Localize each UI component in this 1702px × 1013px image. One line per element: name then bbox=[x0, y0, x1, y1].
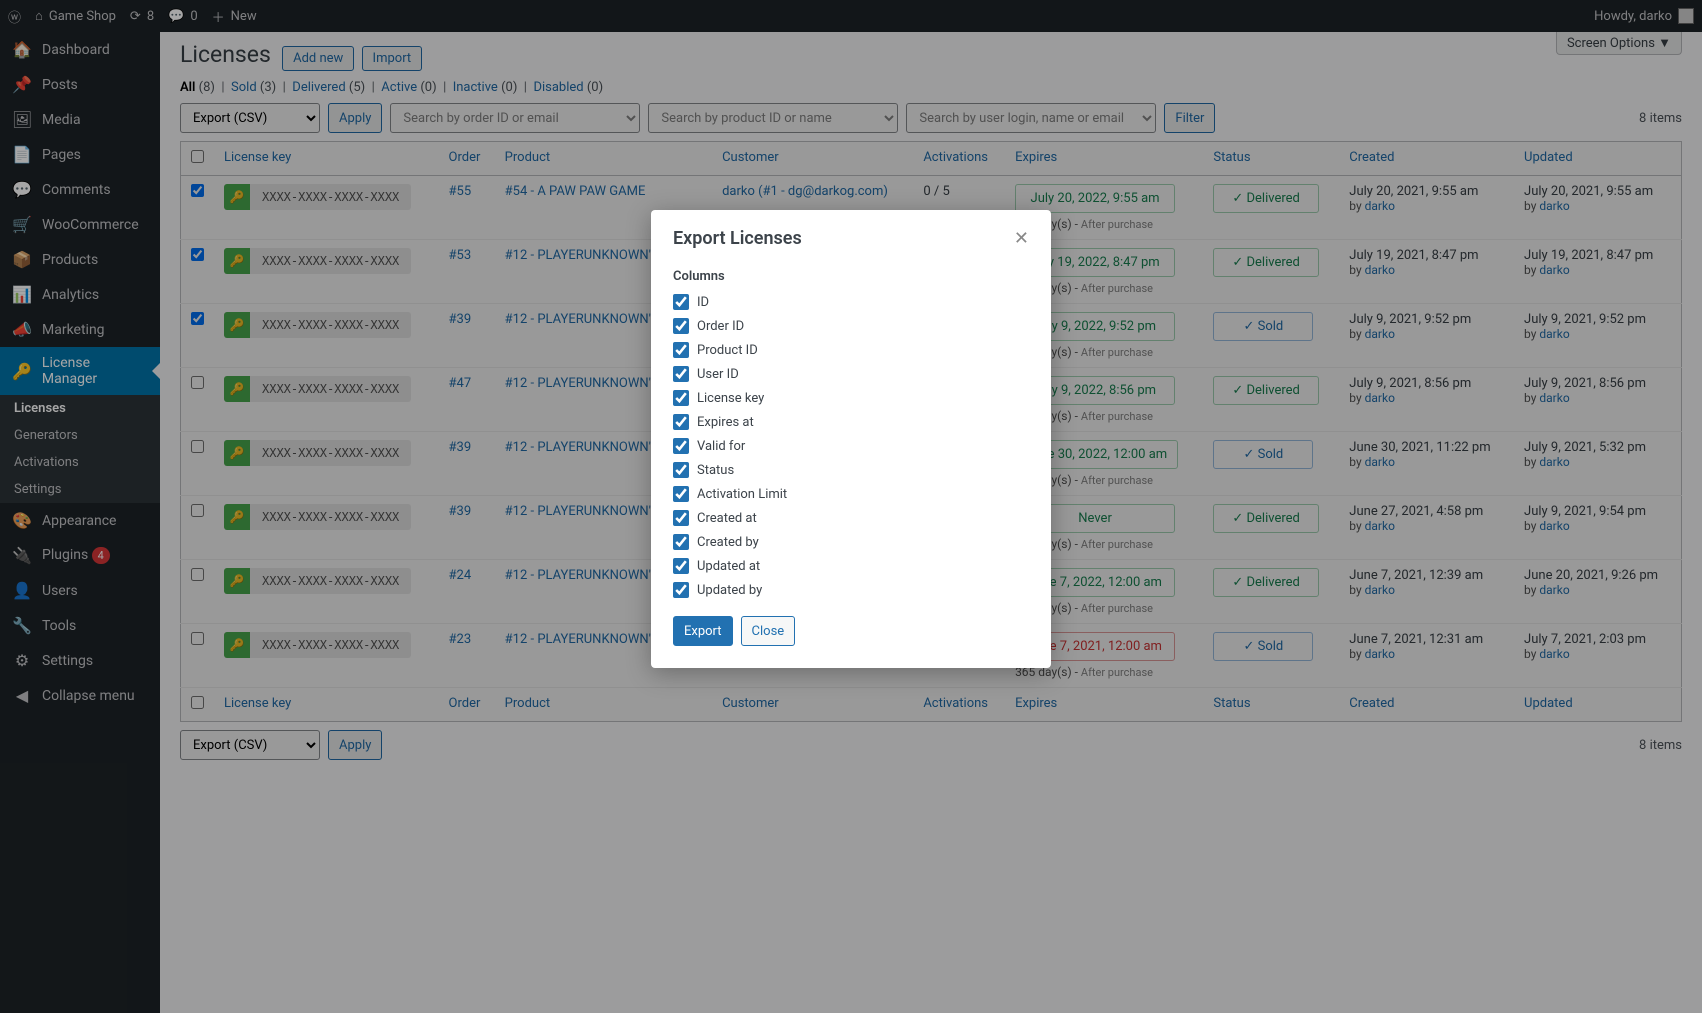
column-checkbox[interactable] bbox=[673, 462, 689, 478]
close-icon[interactable]: ✕ bbox=[1014, 228, 1029, 249]
column-checkbox[interactable] bbox=[673, 534, 689, 550]
column-label: License key bbox=[697, 391, 764, 406]
column-checkbox[interactable] bbox=[673, 294, 689, 310]
column-checkbox[interactable] bbox=[673, 486, 689, 502]
column-checkbox[interactable] bbox=[673, 342, 689, 358]
export-column-option[interactable]: Updated at bbox=[673, 558, 1029, 574]
column-checkbox[interactable] bbox=[673, 390, 689, 406]
column-label: Status bbox=[697, 463, 734, 478]
export-column-option[interactable]: ID bbox=[673, 294, 1029, 310]
column-label: Valid for bbox=[697, 439, 745, 454]
column-checkbox[interactable] bbox=[673, 582, 689, 598]
column-label: Created at bbox=[697, 511, 757, 526]
column-checkbox[interactable] bbox=[673, 510, 689, 526]
column-checkbox[interactable] bbox=[673, 414, 689, 430]
column-label: Updated by bbox=[697, 583, 762, 598]
close-button[interactable]: Close bbox=[741, 616, 796, 646]
export-column-option[interactable]: Valid for bbox=[673, 438, 1029, 454]
export-column-option[interactable]: Activation Limit bbox=[673, 486, 1029, 502]
export-column-option[interactable]: Expires at bbox=[673, 414, 1029, 430]
column-label: Order ID bbox=[697, 319, 744, 334]
column-checkbox[interactable] bbox=[673, 366, 689, 382]
export-column-option[interactable]: Updated by bbox=[673, 582, 1029, 598]
column-label: ID bbox=[697, 295, 709, 310]
column-checkbox[interactable] bbox=[673, 558, 689, 574]
export-column-option[interactable]: Product ID bbox=[673, 342, 1029, 358]
column-label: Activation Limit bbox=[697, 487, 787, 502]
export-column-option[interactable]: Created by bbox=[673, 534, 1029, 550]
column-label: Updated at bbox=[697, 559, 760, 574]
column-label: Product ID bbox=[697, 343, 758, 358]
modal-title: Export Licenses bbox=[673, 228, 802, 249]
export-column-option[interactable]: Created at bbox=[673, 510, 1029, 526]
column-checkbox[interactable] bbox=[673, 318, 689, 334]
export-column-option[interactable]: Status bbox=[673, 462, 1029, 478]
export-column-option[interactable]: Order ID bbox=[673, 318, 1029, 334]
export-button[interactable]: Export bbox=[673, 616, 733, 646]
column-label: Expires at bbox=[697, 415, 754, 430]
export-column-option[interactable]: License key bbox=[673, 390, 1029, 406]
modal-overlay[interactable]: Export Licenses ✕ Columns ID Order ID Pr… bbox=[0, 0, 1702, 1013]
column-checkbox[interactable] bbox=[673, 438, 689, 454]
column-label: Created by bbox=[697, 535, 759, 550]
export-modal: Export Licenses ✕ Columns ID Order ID Pr… bbox=[651, 210, 1051, 668]
column-label: User ID bbox=[697, 367, 739, 382]
export-column-option[interactable]: User ID bbox=[673, 366, 1029, 382]
columns-heading: Columns bbox=[673, 269, 1029, 284]
